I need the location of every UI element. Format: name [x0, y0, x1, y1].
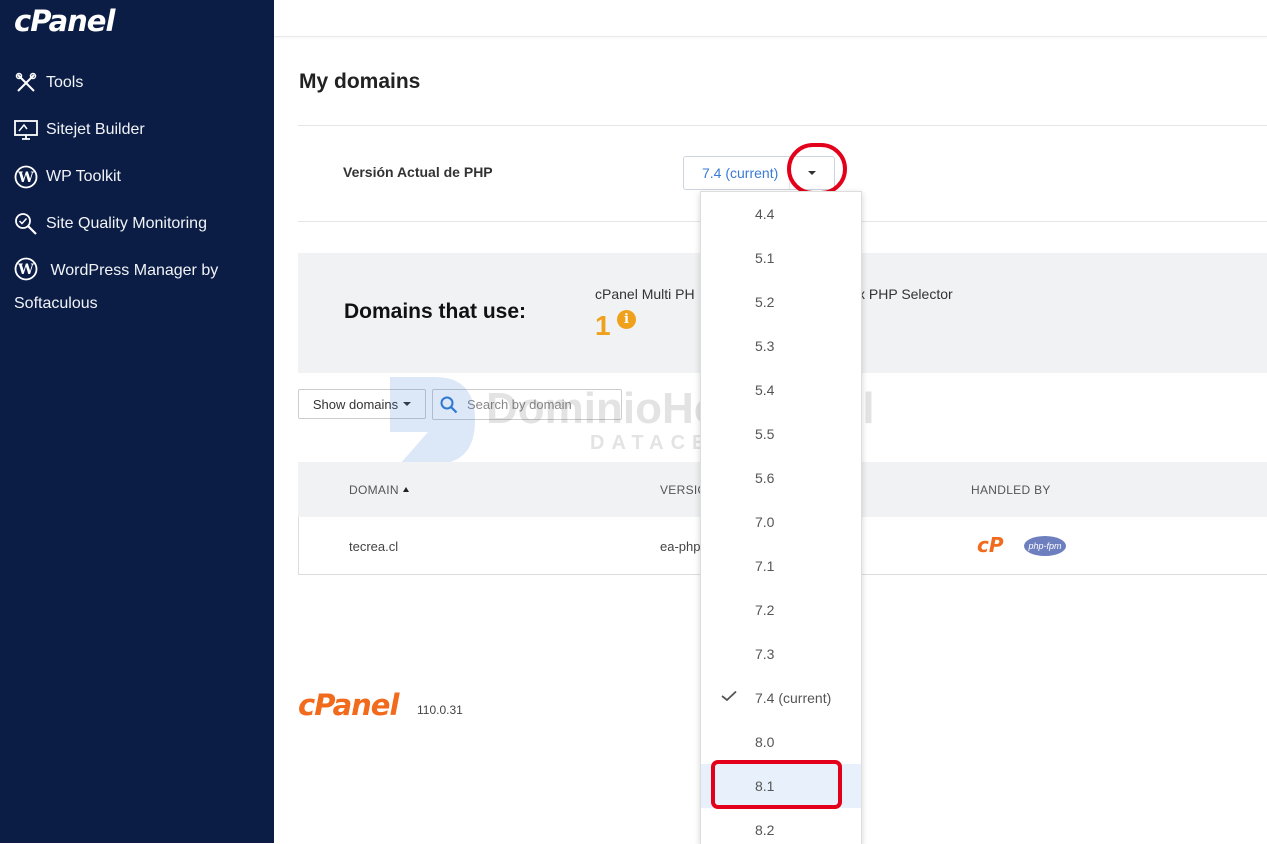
- sidebar-item-label: Tools: [46, 74, 84, 91]
- dropdown-option[interactable]: 5.6: [701, 456, 861, 500]
- search-input[interactable]: [465, 396, 619, 413]
- dropdown-option[interactable]: 5.3: [701, 324, 861, 368]
- sidebar-item-site-quality[interactable]: Site Quality Monitoring: [14, 212, 207, 236]
- search-icon: [433, 390, 465, 419]
- svg-text:W: W: [17, 262, 34, 278]
- cpanel-icon: cP: [977, 533, 1004, 557]
- dropdown-option[interactable]: 5.2: [701, 280, 861, 324]
- chevron-down-icon: [403, 402, 412, 406]
- php-selector-label: x PHP Selector: [858, 286, 953, 302]
- domains-that-use-title: Domains that use:: [344, 300, 527, 323]
- dropdown-option[interactable]: 8.0: [701, 720, 861, 764]
- sidebar-item-label: WordPress Manager by Softaculous: [14, 262, 219, 312]
- handled-by-column-header: HANDLED BY: [971, 483, 1051, 497]
- tools-icon: [14, 71, 38, 95]
- monitor-icon: [14, 118, 38, 142]
- domain-cell: tecrea.cl: [349, 539, 399, 554]
- dropdown-option[interactable]: 8.2: [701, 808, 861, 844]
- wordpress-icon: W: [14, 257, 38, 281]
- search-box[interactable]: [432, 389, 622, 420]
- dropdown-option[interactable]: 7.2: [701, 588, 861, 632]
- version-cell: ea-php: [660, 539, 701, 554]
- sidebar: cPanel Tools Sitejet Builder W WP Toolki…: [0, 0, 274, 843]
- cpanel-logo[interactable]: cPanel: [14, 4, 115, 38]
- annotation-rectangle: [711, 760, 842, 809]
- watermark-logo-icon: [390, 377, 475, 464]
- sidebar-item-label: WP Toolkit: [46, 168, 121, 185]
- dropdown-option[interactable]: 5.5: [701, 412, 861, 456]
- divider: [298, 125, 1267, 126]
- dropdown-option[interactable]: 4.4: [701, 192, 861, 236]
- dropdown-option-selected[interactable]: 7.4 (current): [701, 676, 861, 720]
- dropdown-option[interactable]: 5.1: [701, 236, 861, 280]
- sidebar-item-tools[interactable]: Tools: [14, 71, 83, 95]
- dropdown-option[interactable]: 7.0: [701, 500, 861, 544]
- multi-php-label: cPanel Multi PH: [595, 286, 695, 302]
- php-version-value: 7.4 (current): [702, 165, 779, 181]
- php-fpm-icon: php-fpm: [1024, 536, 1066, 556]
- domain-count: 1: [595, 310, 611, 341]
- show-domains-button[interactable]: Show domains: [298, 389, 426, 419]
- sidebar-item-sitejet[interactable]: Sitejet Builder: [14, 118, 145, 142]
- footer-version: 110.0.31: [417, 703, 463, 717]
- checkmark-icon: [721, 691, 737, 701]
- wordpress-icon: W: [14, 165, 38, 189]
- info-icon[interactable]: i: [617, 310, 636, 329]
- svg-text:W: W: [17, 170, 34, 186]
- dropdown-option[interactable]: 7.3: [701, 632, 861, 676]
- magnifier-check-icon: [14, 212, 38, 236]
- page-title: My domains: [299, 70, 421, 93]
- sidebar-item-wp-toolkit[interactable]: W WP Toolkit: [14, 165, 121, 189]
- dropdown-option[interactable]: 7.1: [701, 544, 861, 588]
- dropdown-option[interactable]: 5.4: [701, 368, 861, 412]
- sidebar-item-label: Site Quality Monitoring: [46, 215, 207, 232]
- top-bar: [274, 0, 1267, 37]
- footer-cpanel-logo: cPanel: [298, 688, 399, 722]
- php-version-label: Versión Actual de PHP: [343, 164, 493, 180]
- sidebar-item-label: Sitejet Builder: [46, 121, 145, 138]
- sidebar-item-wordpress-manager[interactable]: W WordPress Manager by Softaculous: [14, 254, 254, 320]
- domain-column-header[interactable]: DOMAIN: [349, 483, 409, 497]
- php-version-dropdown: 4.4 5.1 5.2 5.3 5.4 5.5 5.6 7.0 7.1 7.2 …: [700, 191, 862, 844]
- annotation-circle: [787, 143, 847, 195]
- sort-asc-icon: [402, 487, 409, 492]
